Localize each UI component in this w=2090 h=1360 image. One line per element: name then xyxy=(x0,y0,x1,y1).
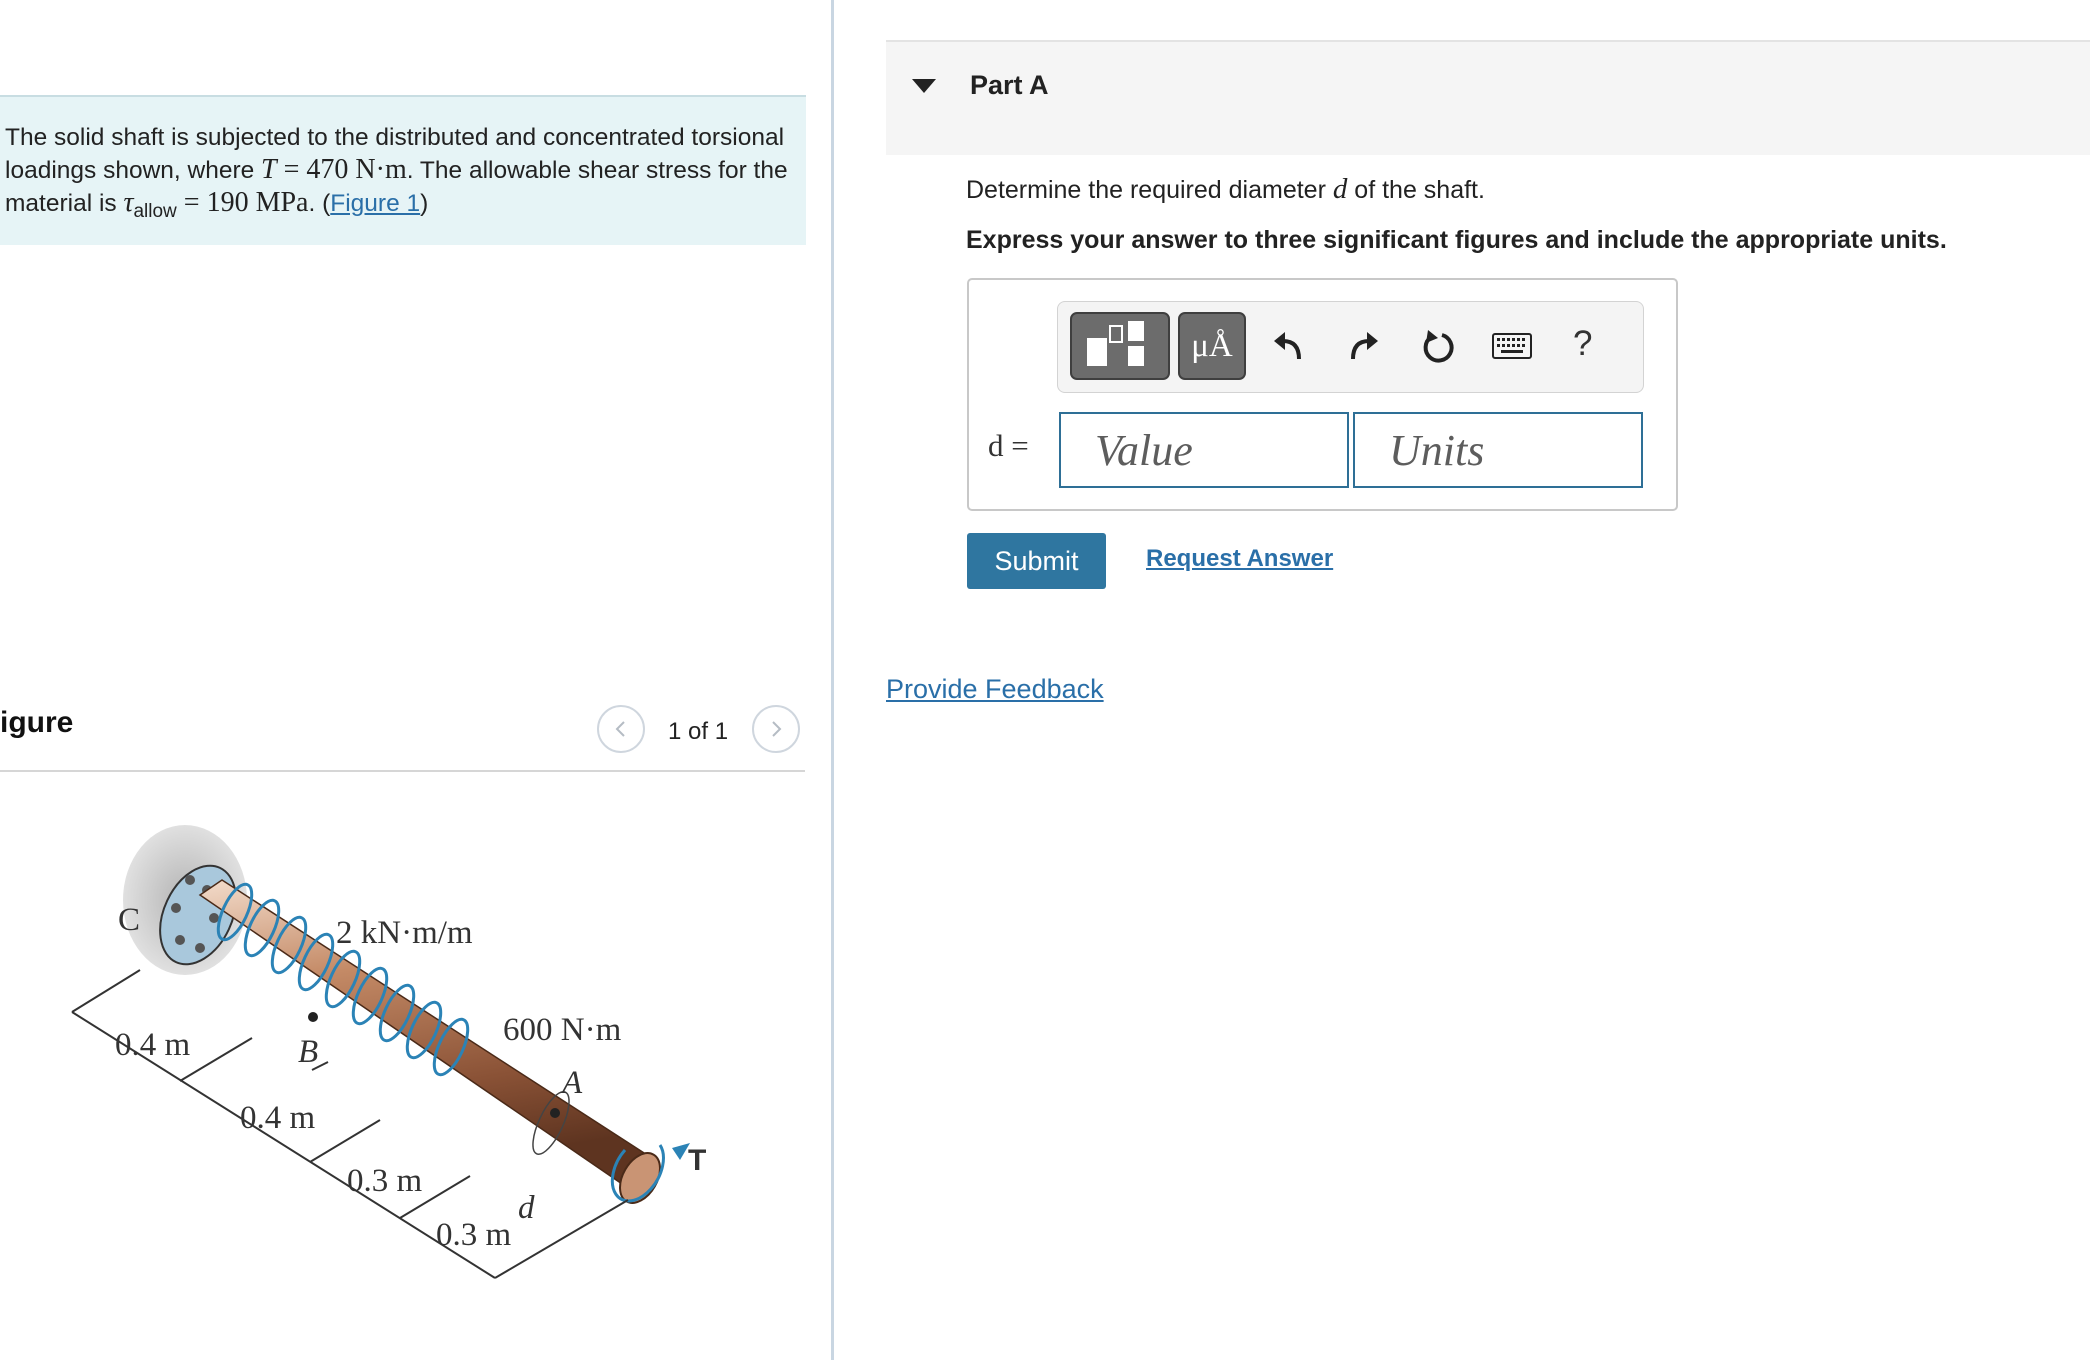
help-button[interactable]: ? xyxy=(1573,324,1592,364)
undo-button[interactable] xyxy=(1262,320,1314,372)
request-answer-link[interactable]: Request Answer xyxy=(1146,545,1333,573)
torque-expression: T = 470 N·m xyxy=(261,154,407,185)
keyboard-button[interactable] xyxy=(1486,320,1538,372)
reset-icon xyxy=(1423,330,1454,363)
label-segment-3: 0.3 m xyxy=(347,1163,423,1199)
left-pane: The solid shaft is subjected to the dist… xyxy=(0,0,832,1360)
keyboard-icon xyxy=(1492,333,1532,359)
label-d: d xyxy=(518,1190,535,1226)
shaft-figure: C B A d T 2 kN·m/m 600 N·m 0.4 m 0.4 m 0… xyxy=(71,825,706,1279)
figure-prev-button[interactable] xyxy=(597,705,645,753)
label-b: B xyxy=(298,1034,318,1070)
point-a xyxy=(550,1108,560,1118)
reset-button[interactable] xyxy=(1412,320,1464,372)
value-input[interactable] xyxy=(1059,412,1349,488)
templates-icon xyxy=(1087,321,1144,366)
label-distributed-load: 2 kN·m/m xyxy=(336,915,473,951)
pane-divider[interactable] xyxy=(831,0,834,1360)
chevron-left-icon xyxy=(615,721,625,737)
label-segment-2: 0.4 m xyxy=(240,1100,316,1136)
problem-text-part: . ( xyxy=(308,190,331,217)
figure-next-button[interactable] xyxy=(752,705,800,753)
figure-counter: 1 of 1 xyxy=(668,718,729,745)
part-a-header[interactable] xyxy=(886,40,2090,155)
provide-feedback-link[interactable]: Provide Feedback xyxy=(886,674,1104,705)
label-a: A xyxy=(560,1065,583,1101)
answer-variable-label: d = xyxy=(988,428,1029,463)
problem-statement: The solid shaft is subjected to the dist… xyxy=(5,124,788,222)
units-button[interactable]: μÅ xyxy=(1178,312,1246,380)
part-a-title: Part A xyxy=(970,70,1049,100)
shear-stress-expression: τallow = 190 MPa xyxy=(123,187,309,222)
label-segment-4: 0.3 m xyxy=(436,1217,512,1253)
point-b xyxy=(308,1012,318,1022)
caret-down-icon[interactable] xyxy=(912,79,936,95)
label-c: C xyxy=(118,902,140,938)
label-t: T xyxy=(688,1144,706,1177)
question-text: Determine the required diameter d of the… xyxy=(966,173,1485,205)
label-concentrated-load: 600 N·m xyxy=(503,1012,622,1048)
units-input[interactable] xyxy=(1353,412,1643,488)
templates-button[interactable] xyxy=(1070,312,1170,380)
redo-button[interactable] xyxy=(1338,320,1390,372)
figure-title: igure xyxy=(0,706,74,739)
answer-instruction: Express your answer to three significant… xyxy=(966,226,1947,254)
undo-icon xyxy=(1274,332,1301,360)
label-segment-1: 0.4 m xyxy=(115,1027,191,1063)
redo-icon xyxy=(1351,332,1378,360)
question-variable: d xyxy=(1332,173,1348,205)
figure-link[interactable]: Figure 1 xyxy=(330,190,420,217)
chevron-right-icon xyxy=(772,721,782,737)
figure-divider xyxy=(0,770,805,772)
submit-button[interactable]: Submit xyxy=(967,533,1106,589)
